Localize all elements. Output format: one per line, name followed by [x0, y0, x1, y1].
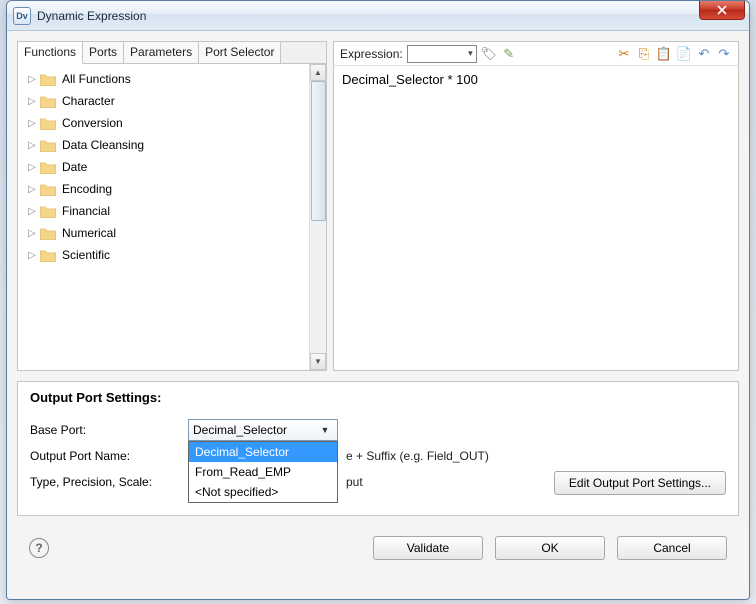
app-icon: Dv [13, 7, 31, 25]
tab-parameters[interactable]: Parameters [124, 42, 199, 63]
cancel-button[interactable]: Cancel [617, 536, 727, 560]
validate-button[interactable]: Validate [373, 536, 483, 560]
output-name-hint: e + Suffix (e.g. Field_OUT) [346, 449, 489, 463]
type-precision-label: Type, Precision, Scale: [30, 475, 180, 489]
cut-icon[interactable]: ✂ [616, 46, 632, 62]
expander-icon[interactable]: ▷ [28, 118, 38, 129]
copy-icon[interactable]: ⎘ [636, 46, 652, 62]
tree-item[interactable]: ▷ Conversion [18, 112, 309, 134]
paste-icon[interactable]: 📋 [656, 46, 672, 62]
ok-button[interactable]: OK [495, 536, 605, 560]
base-port-combo[interactable]: Decimal_Selector ▼ Decimal_Selector From… [188, 419, 338, 441]
expander-icon[interactable]: ▷ [28, 140, 38, 151]
tab-ports[interactable]: Ports [83, 42, 124, 63]
expression-panel: Expression: ▾ 🏷 ✎ ✂ ⎘ 📋 📄 ↶ ↷ Decimal_Se… [333, 41, 739, 371]
footer-buttons: Validate OK Cancel [373, 536, 727, 560]
expander-icon[interactable]: ▷ [28, 74, 38, 85]
expander-icon[interactable]: ▷ [28, 96, 38, 107]
dropdown-item[interactable]: From_Read_EMP [189, 462, 337, 482]
tree-scrollbar[interactable]: ▲ ▼ [309, 64, 326, 370]
tab-functions[interactable]: Functions [18, 42, 83, 64]
expression-label: Expression: [340, 47, 403, 61]
scroll-up-button[interactable]: ▲ [310, 64, 326, 81]
tree-item[interactable]: ▷ Date [18, 156, 309, 178]
dialog-window: Dv Dynamic Expression Functions Ports Pa… [6, 0, 750, 600]
scroll-down-button[interactable]: ▼ [310, 353, 326, 370]
tree-item[interactable]: ▷ Data Cleansing [18, 134, 309, 156]
tree-container: ▷ All Functions ▷ Character ▷ Conversion ▷ Data… [18, 64, 326, 370]
chevron-down-icon: ▼ [317, 421, 333, 439]
dialog-content: Functions Ports Parameters Port Selector… [7, 31, 749, 599]
function-tree[interactable]: ▷ All Functions ▷ Character ▷ Conversion ▷ Data… [18, 64, 309, 370]
dropdown-item[interactable]: <Not specified> [189, 482, 337, 502]
tree-item[interactable]: ▷ Encoding [18, 178, 309, 200]
expression-toolbar: Expression: ▾ 🏷 ✎ ✂ ⎘ 📋 📄 ↶ ↷ [334, 42, 738, 66]
expression-combo[interactable]: ▾ [407, 45, 477, 63]
tree-item-label: Character [62, 94, 115, 108]
folder-icon [40, 205, 56, 218]
window-title: Dynamic Expression [37, 9, 146, 23]
tree-item[interactable]: ▷ All Functions [18, 68, 309, 90]
base-port-value: Decimal_Selector [193, 423, 317, 437]
folder-icon [40, 139, 56, 152]
folder-icon [40, 95, 56, 108]
tree-item-label: All Functions [62, 72, 131, 86]
help-icon[interactable]: ? [29, 538, 49, 558]
titlebar: Dv Dynamic Expression [7, 1, 749, 31]
expander-icon[interactable]: ▷ [28, 206, 38, 217]
redo-icon[interactable]: ↷ [716, 46, 732, 62]
tree-item-label: Financial [62, 204, 110, 218]
tree-item-label: Numerical [62, 226, 116, 240]
tree-item-label: Conversion [62, 116, 123, 130]
left-panel: Functions Ports Parameters Port Selector… [17, 41, 327, 371]
tab-port-selector[interactable]: Port Selector [199, 42, 281, 63]
tree-item-label: Date [62, 160, 87, 174]
output-port-name-label: Output Port Name: [30, 449, 180, 463]
base-port-dropdown: Decimal_Selector From_Read_EMP <Not spec… [188, 441, 338, 503]
folder-icon [40, 73, 56, 86]
upper-panels: Functions Ports Parameters Port Selector… [17, 41, 739, 371]
folder-icon [40, 161, 56, 174]
tree-item[interactable]: ▷ Numerical [18, 222, 309, 244]
expression-editor[interactable]: Decimal_Selector * 100 [334, 66, 738, 370]
dialog-footer: ? Validate OK Cancel [17, 526, 739, 570]
tree-item-label: Encoding [62, 182, 112, 196]
type-precision-hint: put [346, 475, 363, 489]
base-port-row: Base Port: Decimal_Selector ▼ Decimal_Se… [30, 417, 726, 443]
folder-icon [40, 117, 56, 130]
close-icon [717, 5, 727, 15]
tree-item-label: Scientific [62, 248, 110, 262]
dropdown-item[interactable]: Decimal_Selector [189, 442, 337, 462]
expander-icon[interactable]: ▷ [28, 228, 38, 239]
tag-icon[interactable]: 🏷 [481, 46, 497, 62]
expander-icon[interactable]: ▷ [28, 184, 38, 195]
toolbar-right-icons: ✂ ⎘ 📋 📄 ↶ ↷ [616, 46, 732, 62]
edit-output-settings-wrap: Edit Output Port Settings... [554, 471, 726, 495]
output-port-name-row: Output Port Name: e + Suffix (e.g. Field… [30, 443, 726, 469]
add-comment-icon[interactable]: ✎ [501, 46, 517, 62]
close-button[interactable] [699, 0, 745, 20]
folder-icon [40, 249, 56, 262]
tree-item[interactable]: ▷ Scientific [18, 244, 309, 266]
paste-special-icon[interactable]: 📄 [676, 46, 692, 62]
scroll-thumb[interactable] [311, 81, 326, 221]
folder-icon [40, 183, 56, 196]
output-settings-title: Output Port Settings: [30, 390, 726, 405]
folder-icon [40, 227, 56, 240]
base-port-label: Base Port: [30, 423, 180, 437]
tree-item[interactable]: ▷ Character [18, 90, 309, 112]
output-port-settings-panel: Output Port Settings: Base Port: Decimal… [17, 381, 739, 516]
edit-output-port-settings-button[interactable]: Edit Output Port Settings... [554, 471, 726, 495]
expander-icon[interactable]: ▷ [28, 250, 38, 261]
tab-bar: Functions Ports Parameters Port Selector [18, 42, 326, 64]
tree-item-label: Data Cleansing [62, 138, 144, 152]
tree-item[interactable]: ▷ Financial [18, 200, 309, 222]
expander-icon[interactable]: ▷ [28, 162, 38, 173]
undo-icon[interactable]: ↶ [696, 46, 712, 62]
